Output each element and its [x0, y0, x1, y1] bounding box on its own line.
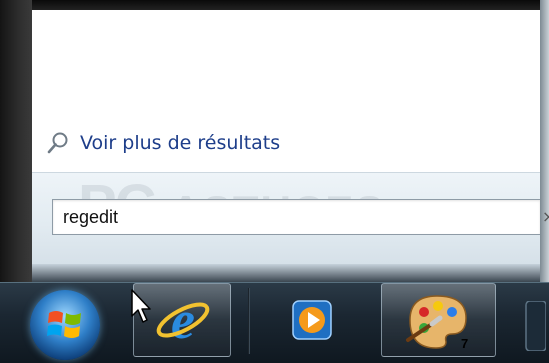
taskbar-separator [248, 288, 250, 354]
taskbar-next-button[interactable] [520, 283, 549, 357]
window-left-edge [0, 0, 32, 282]
windows-logo-icon [47, 311, 81, 338]
see-more-results-link[interactable]: Voir plus de résultats [46, 129, 280, 157]
start-search-input[interactable] [63, 206, 503, 228]
clear-search-icon[interactable]: × [542, 207, 549, 226]
mouse-cursor-icon [131, 289, 151, 323]
see-more-results-label: Voir plus de résultats [80, 132, 281, 154]
search-icon [47, 132, 68, 154]
start-search-box[interactable]: × [52, 199, 549, 235]
ie-icon: e [156, 290, 210, 350]
window-right-edge [540, 0, 549, 282]
taskbar-media-player-button[interactable] [268, 283, 360, 357]
media-player-icon [292, 300, 332, 340]
svg-text:e: e [171, 290, 195, 350]
window-top-edge [0, 0, 549, 10]
paint-window-count-badge: 7 [461, 336, 469, 351]
app-icon [525, 301, 546, 351]
start-button[interactable] [30, 290, 100, 360]
start-menu-bottom-edge [32, 264, 540, 282]
taskbar-paint-button[interactable] [381, 283, 496, 357]
